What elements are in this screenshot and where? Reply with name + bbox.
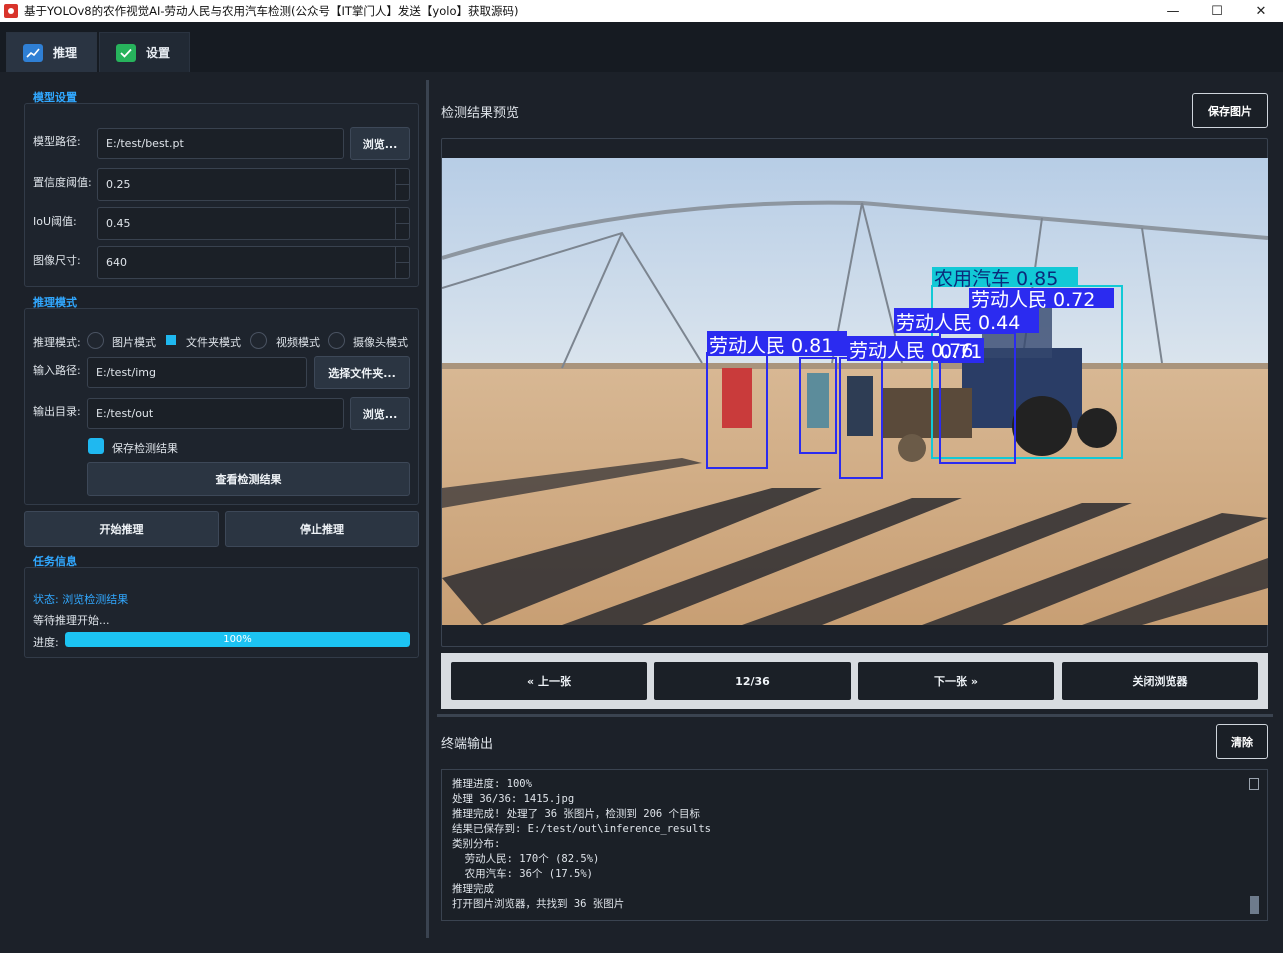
terminal-line: 结果已保存到: E:/test/out\inference_results [452, 823, 711, 835]
model-browse-button[interactable]: 浏览... [350, 127, 410, 160]
output-browse-button[interactable]: 浏览... [350, 397, 410, 430]
title-bar: 基于YOLOv8的农作视觉AI-劳动人民与农用汽车检测(公众号【IT掌门人】发送… [0, 0, 1283, 22]
confidence-spinbox[interactable]: 0.25 [97, 168, 410, 201]
image-mode-label: 图片模式 [112, 336, 156, 349]
camera-mode-label: 摄像头模式 [353, 336, 408, 349]
left-panel: 模型设置 模型路径: E:/test/best.pt 浏览... 置信度阈值: … [0, 72, 426, 953]
window-controls: — ☐ ✕ [1151, 0, 1283, 22]
save-results-label: 保存检测结果 [112, 442, 178, 455]
detection-result-image: 农用汽车 0.85 劳动人民 0.72 劳动人民 0.44 劳动人民 0.81 … [442, 158, 1268, 625]
mode-label: 推理模式: [33, 336, 81, 349]
confidence-label: 置信度阈值: [33, 176, 92, 189]
waiting-text: 等待推理开始... [33, 614, 110, 627]
radio-camera-mode[interactable] [328, 332, 345, 349]
progress-fill: 100% [65, 632, 410, 647]
close-browser-button[interactable]: 关闭浏览器 [1062, 662, 1258, 700]
section-divider[interactable] [437, 714, 1273, 717]
terminal-line: 打开图片浏览器，共找到 36 张图片 [452, 898, 625, 910]
close-button[interactable]: ✕ [1239, 0, 1283, 22]
clear-button[interactable]: 清除 [1216, 724, 1268, 759]
panel-splitter[interactable] [426, 80, 429, 938]
page-indicator: 12/36 [654, 662, 851, 700]
video-mode-label: 视频模式 [276, 336, 320, 349]
detection-scene: 农用汽车 0.85 劳动人民 0.72 劳动人民 0.44 劳动人民 0.81 … [442, 158, 1268, 625]
terminal-line: 推理完成 [452, 883, 494, 895]
output-dir-label: 输出目录: [33, 405, 81, 418]
status-text: 状态: 浏览检测结果 [33, 593, 129, 606]
tab-settings[interactable]: 设置 [99, 32, 190, 72]
iou-spinbox[interactable]: 0.45 [97, 207, 410, 240]
terminal-line: 推理进度: 100% [452, 778, 532, 790]
terminal-scrollbar[interactable] [1249, 778, 1259, 914]
radio-image-mode[interactable] [87, 332, 104, 349]
detection-label-0: 农用汽车 0.85 [934, 268, 1058, 290]
save-image-button[interactable]: 保存图片 [1192, 93, 1268, 128]
iou-label: IoU阈值: [33, 215, 77, 228]
detection-label-5: 0.71 [940, 341, 982, 363]
view-results-button[interactable]: 查看检测结果 [87, 462, 410, 496]
detection-label-2: 劳动人民 0.44 [896, 312, 1020, 334]
terminal-line: 劳动人民: 170个 (82.5%) [452, 853, 600, 865]
model-path-label: 模型路径: [33, 135, 81, 148]
progress-label: 进度: [33, 636, 59, 649]
tab-bar: 推理 设置 [0, 22, 1283, 72]
output-dir-input[interactable]: E:/test/out [87, 398, 344, 429]
window-title: 基于YOLOv8的农作视觉AI-劳动人民与农用汽车检测(公众号【IT掌门人】发送… [24, 4, 519, 18]
iou-value: 0.45 [106, 217, 131, 230]
imgsize-label: 图像尺寸: [33, 254, 81, 267]
scroll-up-icon[interactable] [1249, 778, 1259, 790]
save-results-checkbox[interactable] [88, 438, 104, 454]
radio-folder-mode[interactable] [166, 335, 176, 345]
input-path-input[interactable]: E:/test/img [87, 357, 307, 388]
app-icon [4, 4, 18, 18]
preview-title: 检测结果预览 [441, 106, 520, 121]
imgsize-spinbox[interactable]: 640 [97, 246, 410, 279]
model-path-input[interactable]: E:/test/best.pt [97, 128, 344, 159]
detection-label-3: 劳动人民 0.81 [709, 335, 833, 357]
stop-inference-button[interactable]: 停止推理 [225, 511, 419, 547]
confidence-value: 0.25 [106, 178, 131, 191]
next-image-button[interactable]: 下一张 » [858, 662, 1054, 700]
terminal-line: 农用汽车: 36个 (17.5%) [452, 868, 594, 880]
input-path-label: 输入路径: [33, 364, 81, 377]
chart-icon [23, 43, 43, 62]
terminal-line: 处理 36/36: 1415.jpg [452, 793, 575, 805]
terminal-output[interactable]: 推理进度: 100% 处理 36/36: 1415.jpg 推理完成! 处理了 … [441, 769, 1268, 921]
prev-image-button[interactable]: « 上一张 [451, 662, 647, 700]
select-folder-button[interactable]: 选择文件夹... [314, 356, 410, 389]
folder-mode-label: 文件夹模式 [186, 336, 241, 349]
check-icon [116, 43, 136, 62]
tab-settings-label: 设置 [146, 46, 171, 60]
minimize-button[interactable]: — [1151, 0, 1195, 22]
radio-video-mode[interactable] [250, 332, 267, 349]
terminal-title: 终端输出 [441, 737, 494, 752]
confidence-stepper[interactable] [395, 169, 409, 200]
tab-inference[interactable]: 推理 [6, 32, 97, 72]
iou-stepper[interactable] [395, 208, 409, 239]
terminal-line: 推理完成! 处理了 36 张图片，检测到 206 个目标 [452, 808, 701, 820]
terminal-line: 类别分布: [452, 838, 501, 850]
progress-bar: 100% [65, 632, 410, 647]
maximize-button[interactable]: ☐ [1195, 0, 1239, 22]
detection-label-1: 劳动人民 0.72 [971, 289, 1095, 311]
imgsize-stepper[interactable] [395, 247, 409, 278]
imgsize-value: 640 [106, 256, 127, 269]
scroll-thumb[interactable] [1250, 896, 1259, 914]
tab-inference-label: 推理 [53, 46, 78, 60]
start-inference-button[interactable]: 开始推理 [24, 511, 219, 547]
